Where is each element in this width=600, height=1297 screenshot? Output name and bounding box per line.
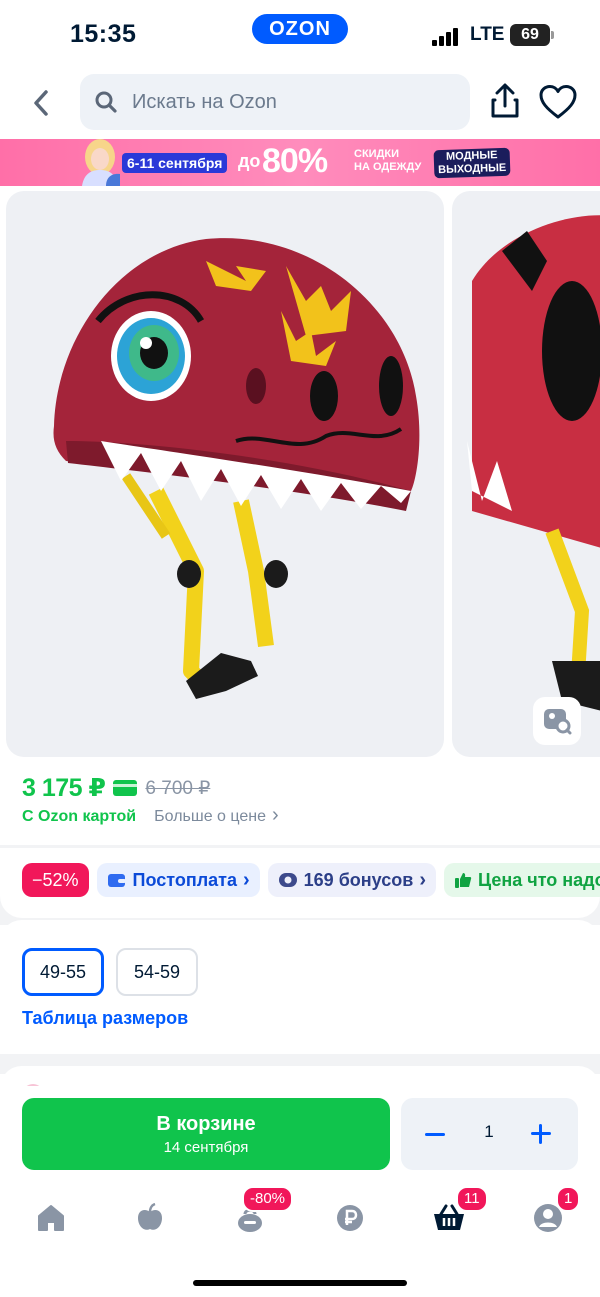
nav-home[interactable] xyxy=(29,1200,73,1236)
size-table-link[interactable]: Таблица размеров xyxy=(22,1008,188,1029)
heart-icon xyxy=(539,85,577,119)
nav-finance[interactable] xyxy=(328,1200,372,1236)
promo-subtitle: СКИДКИ НА ОДЕЖДУ xyxy=(354,148,434,174)
signal-icon xyxy=(432,26,464,46)
more-price-link[interactable]: Больше о цене xyxy=(154,808,279,826)
with-card-label: С Ozon картой xyxy=(22,808,137,825)
postpay-label: Постоплата xyxy=(132,869,237,890)
network-type: LTE xyxy=(470,24,505,45)
decrease-quantity-button[interactable] xyxy=(421,1120,449,1148)
discount-badge: −52% xyxy=(22,863,89,897)
size-section: 49-55 54-59 Таблица размеров xyxy=(0,920,600,1054)
nav-fresh[interactable] xyxy=(128,1200,172,1236)
delivery-date: 14 сентября xyxy=(163,1139,249,1156)
ozon-card-icon xyxy=(113,780,138,796)
quantity-value: 1 xyxy=(484,1122,494,1141)
ruble-icon xyxy=(337,1205,363,1231)
thumbs-up-icon xyxy=(454,873,472,888)
chevron-left-icon xyxy=(34,90,48,116)
price-note-label: Цена что надо xyxy=(477,869,600,890)
promo-subtitle-line1: СКИДКИ xyxy=(354,148,400,160)
chevron-right-icon: › xyxy=(419,869,426,891)
cart-bar: В корзине 14 сентября 1 xyxy=(0,1086,600,1182)
share-button[interactable] xyxy=(488,82,522,120)
status-time: 15:35 xyxy=(70,20,137,48)
chevron-right-icon: › xyxy=(242,869,250,891)
search-icon xyxy=(95,91,117,113)
back-button[interactable] xyxy=(22,84,60,122)
search-input[interactable] xyxy=(132,74,452,130)
in-cart-title: В корзине xyxy=(156,1113,256,1135)
in-cart-button[interactable]: В корзине 14 сентября xyxy=(22,1098,390,1170)
promo-banner[interactable]: 6-11 сентября до 80% СКИДКИ НА ОДЕЖДУ МО… xyxy=(0,139,600,186)
helmet-image xyxy=(53,238,420,699)
model-photo xyxy=(82,139,120,186)
image-search-icon xyxy=(544,709,572,735)
promo-tag-line2: ВЫХОДНЫЕ xyxy=(437,161,507,177)
promo-percent: 80% xyxy=(262,142,328,180)
product-image-main[interactable] xyxy=(6,191,444,757)
battery-cap xyxy=(551,31,554,39)
share-icon xyxy=(491,83,519,118)
price-current: 3 175 ₽ xyxy=(22,774,106,802)
favorite-button[interactable] xyxy=(538,84,578,120)
profile-badge: 1 xyxy=(556,1186,581,1212)
promo-dates: 6-11 сентября xyxy=(122,153,228,173)
size-option-54-59[interactable]: 54-59 xyxy=(116,948,198,996)
postpay-chip[interactable]: Постоплата › xyxy=(96,863,260,897)
apple-icon xyxy=(138,1203,162,1230)
battery-icon: 69 xyxy=(510,24,550,46)
home-icon xyxy=(38,1205,64,1231)
wallet-icon xyxy=(107,874,126,887)
status-bar: 15:35 OZON LTE 69 xyxy=(0,0,600,70)
promo-tag: МОДНЫЕ ВЫХОДНЫЕ xyxy=(433,147,511,179)
size-option-49-55[interactable]: 49-55 xyxy=(22,948,104,996)
ozon-app-badge: OZON xyxy=(252,14,348,44)
home-indicator xyxy=(193,1280,407,1286)
increase-quantity-button[interactable] xyxy=(527,1120,555,1148)
top-header xyxy=(0,70,600,136)
price-old: 6 700 ₽ xyxy=(145,777,211,799)
helmet-image-next xyxy=(467,215,600,711)
cart-count-badge: 11 xyxy=(456,1186,488,1212)
quantity-stepper: 1 xyxy=(401,1098,578,1170)
bottom-nav: -80% 11 1 xyxy=(0,1182,600,1297)
product-image-next[interactable] xyxy=(452,191,600,757)
search-box[interactable] xyxy=(80,74,470,130)
chips-row: −52% Постоплата › 169 бонусов › Цена что… xyxy=(0,848,600,918)
visual-search-button[interactable] xyxy=(533,697,581,745)
price-caption: С Ozon картой Больше о цене xyxy=(22,808,279,826)
promo-subtitle-line2: НА ОДЕЖДУ xyxy=(354,161,422,173)
bonus-icon xyxy=(278,873,297,887)
price-row: 3 175 ₽ 6 700 ₽ xyxy=(22,772,210,804)
chips-list: −52% Постоплата › 169 бонусов › Цена что… xyxy=(22,863,600,897)
bonuses-label: 169 бонусов xyxy=(303,869,414,890)
promo-prefix: до xyxy=(238,151,261,171)
price-note-chip[interactable]: Цена что надо xyxy=(443,863,600,897)
discounts-badge: -80% xyxy=(242,1186,294,1212)
bonuses-chip[interactable]: 169 бонусов › xyxy=(267,863,436,897)
